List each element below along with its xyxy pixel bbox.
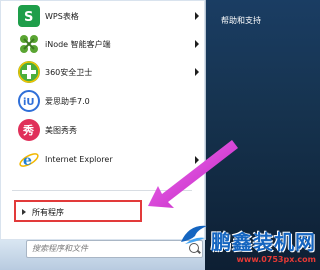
watermark-title: 鹏鑫装机网 — [211, 230, 316, 254]
chevron-right-icon — [195, 40, 199, 48]
all-programs-label: 所有程序 — [32, 208, 64, 217]
program-label: 爱思助手7.0 — [45, 97, 90, 106]
chevron-right-icon — [195, 156, 199, 164]
program-label: 360安全卫士 — [45, 68, 93, 77]
program-item-ie[interactable]: e Internet Explorer — [0, 147, 205, 175]
wps-sheet-icon: S — [18, 5, 40, 27]
ie-icon: e — [18, 149, 40, 171]
search-placeholder: 搜索程序和文件 — [32, 244, 88, 253]
svg-text:iU: iU — [23, 97, 35, 108]
chevron-right-icon — [195, 12, 199, 20]
program-label: 美图秀秀 — [45, 126, 77, 135]
watermark: 鹏鑫装机网 www.0753px.com — [181, 225, 316, 264]
search-input[interactable]: 搜索程序和文件 — [26, 240, 203, 258]
program-item-360[interactable]: 360安全卫士 — [0, 59, 205, 87]
chevron-right-icon — [195, 68, 199, 76]
help-and-support-link[interactable]: 帮助和支持 — [221, 15, 261, 26]
program-item-meitu[interactable]: 秀 美图秀秀 — [0, 117, 205, 145]
svg-text:e: e — [23, 153, 32, 169]
program-label: Internet Explorer — [45, 155, 113, 164]
divider — [12, 190, 192, 191]
watermark-url: www.0753px.com — [236, 255, 316, 264]
start-menu-program-list: S WPS表格 iNode 智能客户端 360安全卫士 iU 爱思助手7.0 秀… — [0, 0, 206, 240]
eagle-logo-icon — [181, 225, 207, 244]
svg-text:S: S — [24, 10, 33, 25]
program-item-wps[interactable]: S WPS表格 — [0, 3, 205, 31]
i4-icon: iU — [18, 90, 40, 112]
meitu-icon: 秀 — [18, 119, 40, 141]
inode-icon — [18, 33, 40, 55]
all-programs-button[interactable]: 所有程序 — [14, 200, 142, 222]
program-label: WPS表格 — [45, 12, 79, 21]
program-label: iNode 智能客户端 — [45, 40, 111, 49]
svg-text:秀: 秀 — [22, 123, 34, 137]
program-item-i4[interactable]: iU 爱思助手7.0 — [0, 88, 205, 116]
program-item-inode[interactable]: iNode 智能客户端 — [0, 31, 205, 59]
triangle-right-icon — [22, 209, 26, 215]
360-icon — [18, 61, 40, 83]
